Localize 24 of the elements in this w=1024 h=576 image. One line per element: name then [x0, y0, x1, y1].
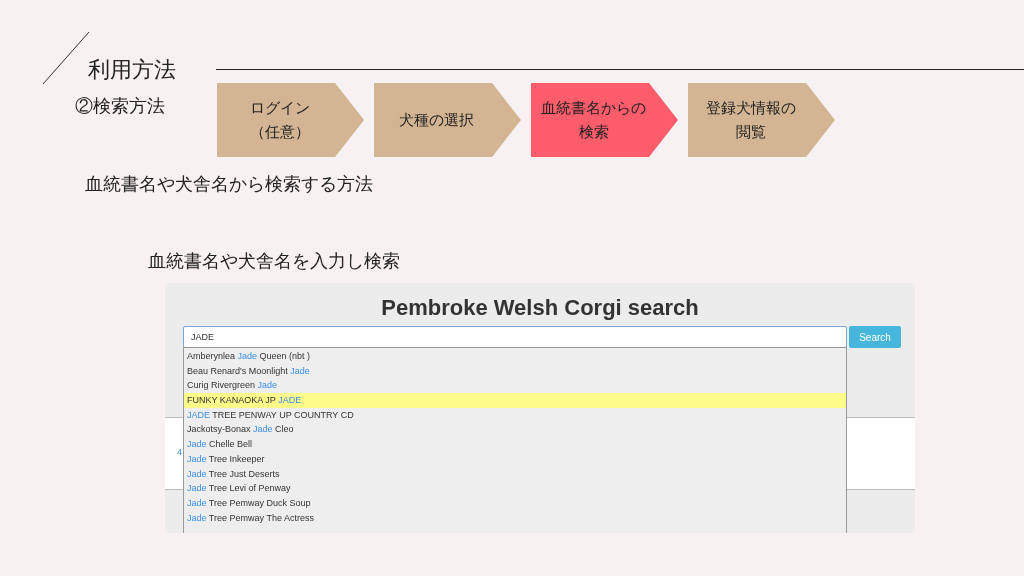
step-chevron: 犬種の選択: [374, 83, 521, 157]
step-chevron: ログイン （任意）: [217, 83, 364, 157]
caption-text: 血統書名や犬舎名を入力し検索: [148, 250, 401, 273]
suggestion-item[interactable]: Jade Tree Levi of Penway: [184, 481, 846, 496]
description-text: 血統書名や犬舎名から検索する方法: [85, 173, 374, 196]
suggestion-item[interactable]: Jade Chelle Bell: [184, 437, 846, 452]
suggestion-item[interactable]: Jade Tree Inkeeper: [184, 451, 846, 467]
suggestion-item[interactable]: Amberynlea Jade Queen (nbt ): [184, 349, 846, 364]
step-chevron: 登録犬情報の 閲覧: [688, 83, 835, 157]
subsection-title: ②検索方法: [75, 95, 166, 118]
suggestion-item[interactable]: FUNKY KANAOKA JP JADE: [184, 393, 846, 408]
page-title: Pembroke Welsh Corgi search: [380, 295, 700, 321]
section-title: 利用方法: [88, 56, 176, 84]
suggestion-item[interactable]: Jade Tree Pemway Duck Soup: [184, 495, 846, 511]
suggestion-item[interactable]: JADE TREE PENWAY UP COUNTRY CD: [184, 407, 846, 423]
page-link[interactable]: 4: [177, 446, 182, 460]
suggestion-item[interactable]: Curig Rivergreen Jade: [184, 378, 846, 394]
step-chevron: 血統書名からの 検索: [531, 83, 678, 157]
suggestion-item[interactable]: Jade Tree Pemway The Actress: [184, 510, 846, 526]
suggestion-item[interactable]: Beau Renard's Moonlight Jade: [184, 363, 846, 379]
suggestion-item[interactable]: Jade Tree Just Deserts: [184, 466, 846, 482]
suggestion-item[interactable]: Jackotsy-Bonax Jade Cleo: [184, 422, 846, 438]
diagonal-line: [42, 31, 90, 85]
search-field[interactable]: JADE: [183, 326, 847, 348]
